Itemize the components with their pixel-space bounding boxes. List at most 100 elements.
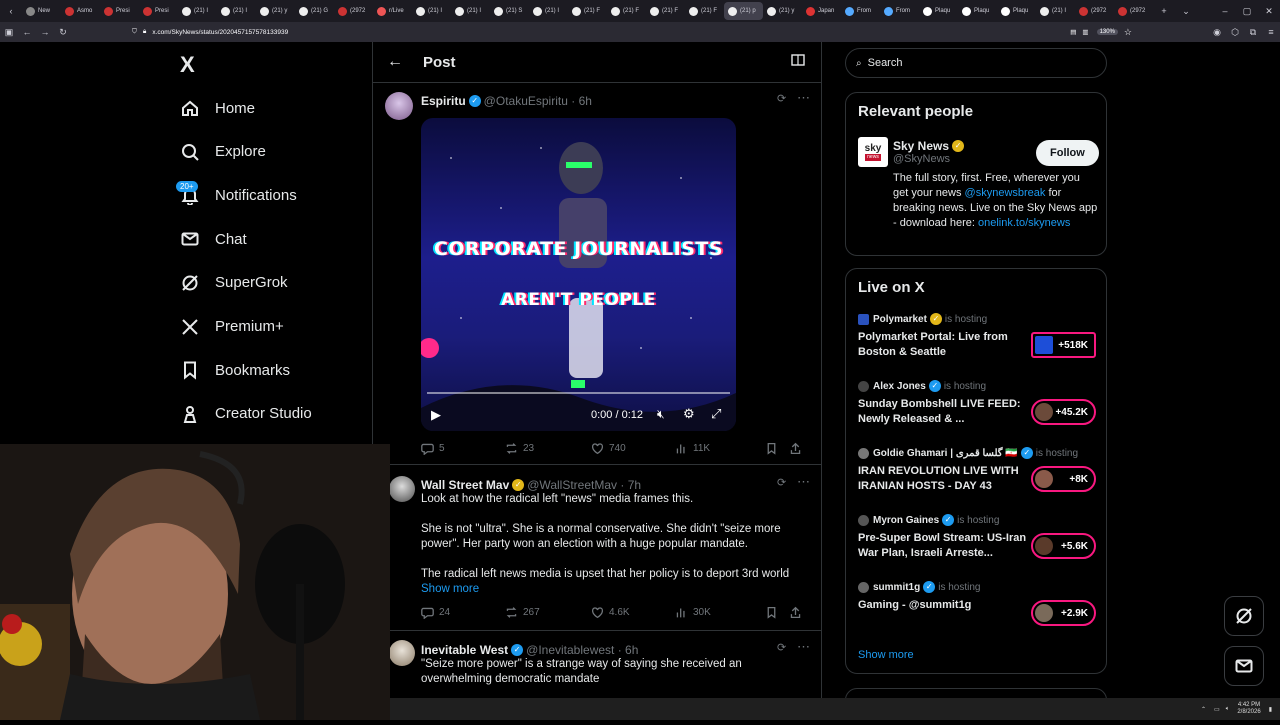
tab-list-icon[interactable]: ‹ <box>0 6 22 16</box>
reader-view-icon[interactable] <box>791 53 805 71</box>
settings-icon[interactable]: ⚙ <box>683 406 695 422</box>
nav-item-creator-studio[interactable]: Creator Studio <box>178 396 312 432</box>
relevant-handle[interactable]: @SkyNews <box>893 153 950 165</box>
browser-tab[interactable]: (21) G <box>295 2 334 20</box>
avatar[interactable] <box>389 476 415 502</box>
more-icon[interactable]: ⋯ <box>797 474 810 490</box>
browser-tab[interactable]: (21) y <box>763 2 802 20</box>
browser-tab[interactable]: New <box>22 2 61 20</box>
repost-button[interactable]: 23 <box>505 442 591 455</box>
clock[interactable]: 4:42 PM 2/8/2026 <box>1237 702 1260 716</box>
browser-tab[interactable]: (21) F <box>607 2 646 20</box>
repost-button[interactable]: 267 <box>505 606 591 619</box>
grok-icon[interactable]: ⟳ <box>777 641 786 654</box>
author-handle[interactable]: @WallStreetMav <box>527 478 617 492</box>
mute-icon[interactable]: 🔇︎ <box>657 407 665 422</box>
browser-tab[interactable]: Japan <box>802 2 841 20</box>
avatar[interactable] <box>389 640 415 666</box>
host-name[interactable]: summit1g <box>873 582 920 593</box>
reply-button[interactable]: 24 <box>421 606 505 619</box>
network-icon[interactable]: ▭ <box>1214 706 1220 713</box>
browser-tab[interactable]: (21) I <box>217 2 256 20</box>
pip-icon[interactable]: ▥ <box>1082 28 1088 36</box>
minimize-button[interactable]: – <box>1214 6 1236 16</box>
host-name[interactable]: Myron Gaines <box>873 515 939 526</box>
share-button[interactable] <box>789 442 807 455</box>
browser-tab[interactable]: (2972 <box>334 2 373 20</box>
relevant-name[interactable]: Sky News <box>893 139 949 153</box>
bookmark-button[interactable] <box>765 606 789 619</box>
sidebar-toggle-icon[interactable]: ▣ <box>0 27 18 38</box>
tray-arrow-icon[interactable]: ⌃ <box>1201 706 1206 713</box>
browser-tab[interactable]: Plaqu <box>919 2 958 20</box>
grok-icon[interactable]: ⟳ <box>777 476 786 489</box>
browser-tab[interactable]: (21) F <box>568 2 607 20</box>
browser-tab[interactable]: (21) I <box>412 2 451 20</box>
browser-tab[interactable]: Plaqu <box>958 2 997 20</box>
tab-overflow-icon[interactable]: ⌄ <box>1175 6 1197 17</box>
browser-tab[interactable]: (21) p <box>724 2 763 20</box>
zoom-level[interactable]: 130% <box>1096 29 1118 35</box>
back-arrow-icon[interactable]: ← <box>387 53 403 71</box>
nav-item-chat[interactable]: Chat <box>178 221 247 257</box>
browser-tab[interactable]: Presi <box>100 2 139 20</box>
author-name[interactable]: Inevitable West <box>421 643 508 657</box>
nav-item-explore[interactable]: Explore <box>178 134 266 170</box>
author-name[interactable]: Espiritu <box>421 94 466 108</box>
new-tab-button[interactable]: + <box>1153 6 1175 16</box>
show-more-link[interactable]: Show more <box>858 649 914 661</box>
browser-tab[interactable]: (21) I <box>1036 2 1075 20</box>
extension-icon[interactable]: ⬡ <box>1226 27 1244 38</box>
star-icon[interactable]: ☆ <box>1124 27 1132 38</box>
play-icon[interactable]: ▶ <box>431 407 441 423</box>
nav-item-supergrok[interactable]: SuperGrok <box>178 265 288 301</box>
reader-icon[interactable]: ▤ <box>1070 28 1076 36</box>
bio-mention-link[interactable]: @skynewsbreak <box>965 187 1046 199</box>
volume-icon[interactable]: 🔈︎ <box>1226 706 1230 713</box>
bio-url-link[interactable]: onelink.to/skynews <box>978 217 1070 229</box>
browser-tab[interactable]: (2972 <box>1114 2 1153 20</box>
browser-tab[interactable]: Presi <box>139 2 178 20</box>
maximize-button[interactable]: ▢ <box>1236 6 1258 17</box>
like-button[interactable]: 740 <box>591 442 675 455</box>
messages-fab[interactable] <box>1224 646 1264 686</box>
nav-item-bookmarks[interactable]: Bookmarks <box>178 352 290 388</box>
like-button[interactable]: 4.6K <box>591 606 675 619</box>
post-time[interactable]: 7h <box>628 478 641 492</box>
browser-tab[interactable]: (21) I <box>178 2 217 20</box>
forward-icon[interactable]: → <box>36 27 54 37</box>
nav-item-home[interactable]: Home <box>178 90 255 126</box>
host-name[interactable]: Alex Jones <box>873 381 926 392</box>
back-icon[interactable]: ← <box>18 27 36 37</box>
author-handle[interactable]: @Inevitablewest <box>526 643 614 657</box>
reload-icon[interactable]: ↻ <box>54 27 72 38</box>
post-time[interactable]: 6h <box>625 643 638 657</box>
avatar[interactable] <box>385 92 413 120</box>
author-handle[interactable]: @OtakuEspiritu <box>484 94 568 108</box>
show-more-link[interactable]: Show more <box>421 582 479 597</box>
browser-tab[interactable]: (21) y <box>256 2 295 20</box>
grok-icon[interactable]: ⟳ <box>777 92 786 105</box>
bookmark-button[interactable] <box>765 442 789 455</box>
post-time[interactable]: 6h <box>579 94 592 108</box>
browser-tab[interactable]: From <box>880 2 919 20</box>
video-player[interactable]: CORPORATE JOURNALISTS AREN'T PEOPLE ▶ 0:… <box>421 118 736 431</box>
host-name[interactable]: Goldie Ghamari | گلسا قمری 🇮🇷 <box>873 448 1018 459</box>
follow-button[interactable]: Follow <box>1036 140 1099 166</box>
live-join-pill[interactable]: +5.6K <box>1031 533 1096 559</box>
sky-news-avatar[interactable]: sky news <box>858 137 888 167</box>
views-button[interactable]: 30K <box>675 606 765 619</box>
browser-tab[interactable]: (21) F <box>685 2 724 20</box>
live-join-pill[interactable]: +45.2K <box>1031 399 1096 425</box>
browser-tab[interactable]: (21) S <box>490 2 529 20</box>
menu-icon[interactable]: ≡ <box>1262 27 1280 37</box>
views-button[interactable]: 11K <box>675 442 765 455</box>
browser-tab[interactable]: (21) I <box>529 2 568 20</box>
fullscreen-icon[interactable]: ⤢ <box>711 406 721 422</box>
grok-fab[interactable] <box>1224 596 1264 636</box>
host-name[interactable]: Polymarket <box>873 314 927 325</box>
share-button[interactable] <box>789 606 807 619</box>
more-icon[interactable]: ⋯ <box>797 639 810 655</box>
nav-item-premium[interactable]: Premium+ <box>178 309 284 345</box>
url-bar[interactable]: ⛉ 🔒︎ x.com/SkyNews/status/20204571575781… <box>132 25 1132 39</box>
